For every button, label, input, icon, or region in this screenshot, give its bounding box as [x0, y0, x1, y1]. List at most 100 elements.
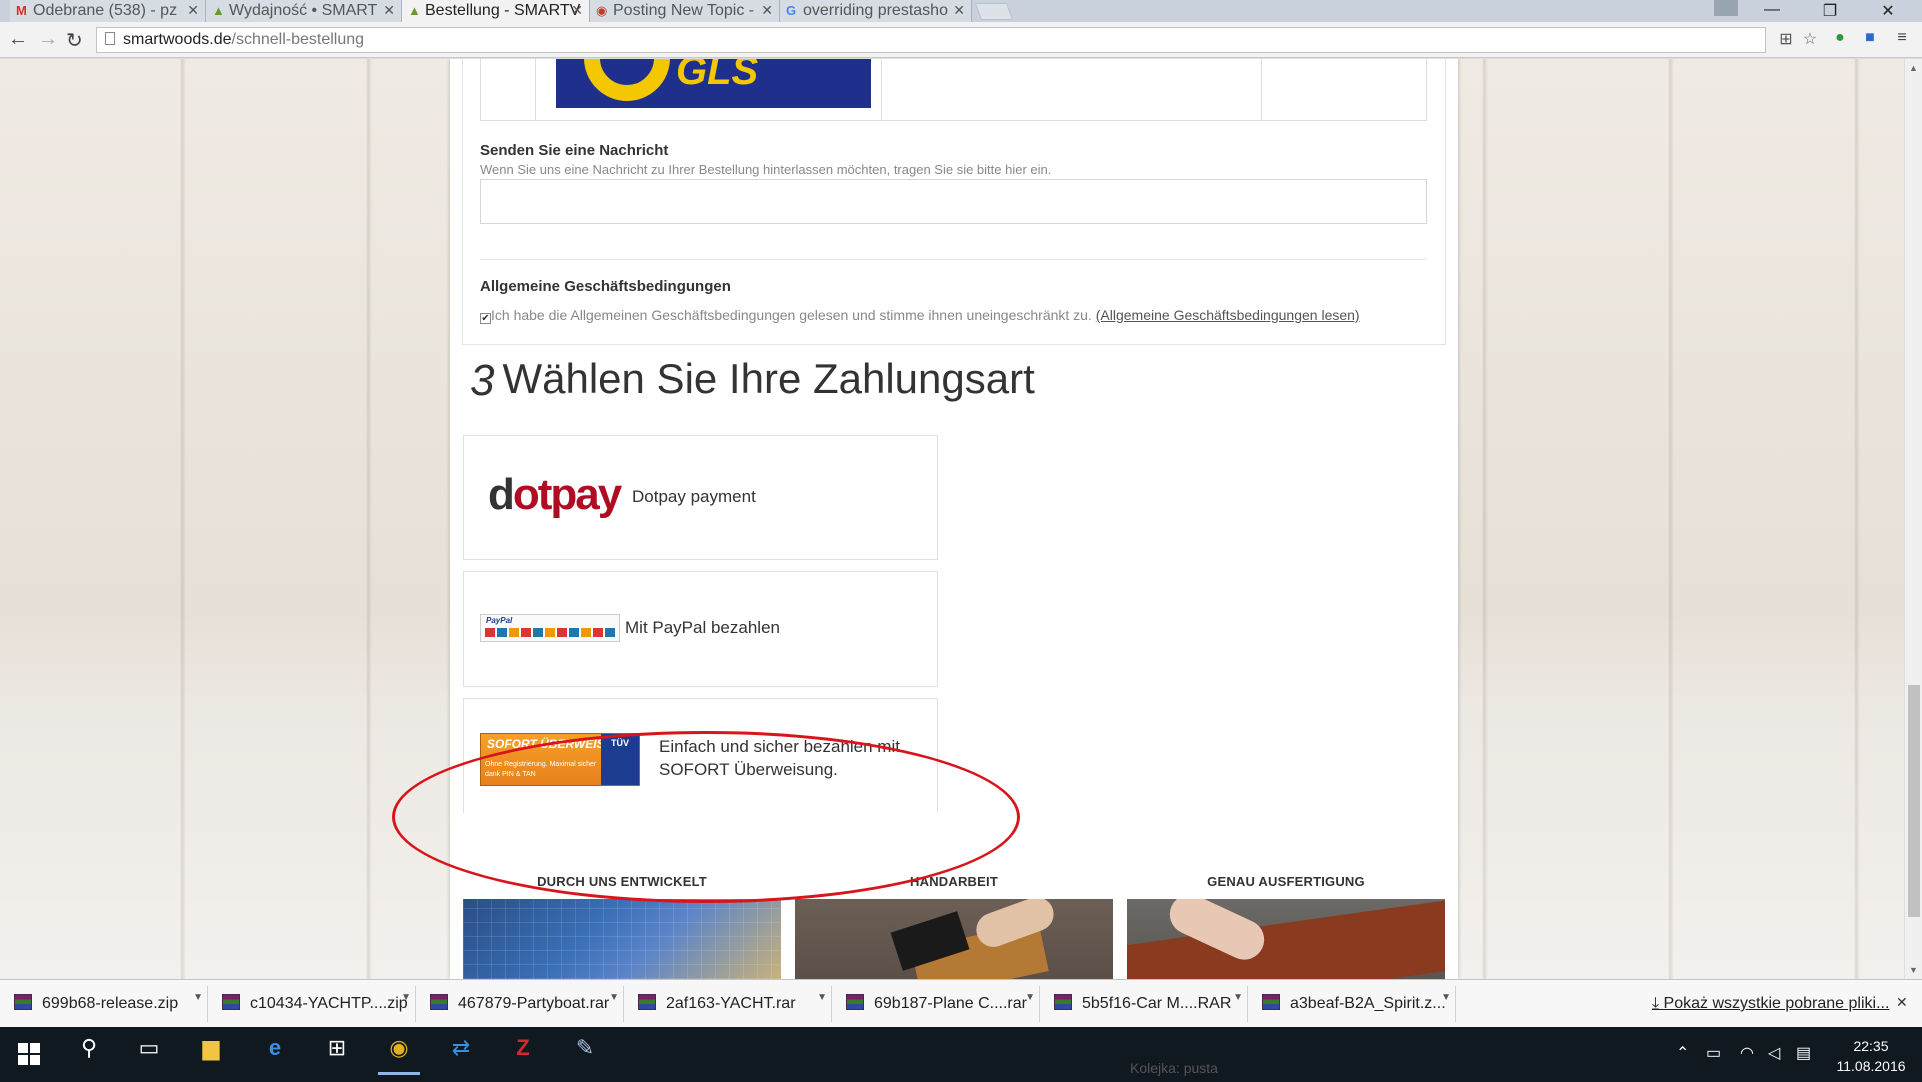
chrome-browser-icon[interactable]: ◉: [378, 1035, 420, 1075]
rar-archive-icon: [430, 994, 448, 1010]
tab-bestellung[interactable]: ▲ Bestellung - SMARTV ✕: [402, 0, 590, 22]
download-item[interactable]: 5b5f16-Car M....RAR ▼: [1044, 986, 1248, 1022]
extension-blue-icon[interactable]: ■: [1860, 29, 1880, 49]
address-bar[interactable]: smartwoods.de/schnell-bestellung: [96, 27, 1766, 53]
teamviewer-icon[interactable]: ⇄: [440, 1035, 482, 1075]
rar-archive-icon: [846, 994, 864, 1010]
tab-wydajnosc[interactable]: ▲ Wydajność • SMART ✕: [206, 0, 402, 22]
page-icon: [105, 32, 115, 45]
tab-close-icon[interactable]: ✕: [187, 2, 199, 19]
tab-google-search[interactable]: Goverriding prestasho ✕: [780, 0, 972, 22]
tab-label: Odebrane (538) - pz: [33, 2, 178, 19]
download-item[interactable]: 699b68-release.zip ▼: [4, 986, 208, 1022]
rar-archive-icon: [638, 994, 656, 1010]
clock-time: 22:35: [1853, 1038, 1889, 1054]
restore-button[interactable]: ❐: [1806, 0, 1854, 22]
url-domain: smartwoods.de: [123, 31, 232, 48]
tab-label: Bestellung - SMARTV: [425, 2, 581, 19]
feature-image-precise: [1127, 899, 1445, 979]
downloads-close-icon[interactable]: ✕: [1896, 994, 1908, 1011]
payment-label-paypal: Mit PayPal bezahlen: [625, 618, 780, 637]
volume-muted-icon[interactable]: ◁: [1768, 1043, 1780, 1063]
scroll-down-arrow-icon[interactable]: ▼: [1909, 965, 1918, 975]
notifications-icon[interactable]: ▤: [1796, 1043, 1811, 1063]
carrier-logo-cell: GLS: [536, 59, 882, 120]
chevron-down-icon[interactable]: ▼: [401, 992, 411, 1003]
scroll-up-arrow-icon[interactable]: ▲: [1909, 63, 1918, 73]
order-message-textarea[interactable]: [480, 179, 1427, 224]
tab-label: Posting New Topic -: [613, 2, 755, 19]
feature-image-developed: [463, 899, 781, 979]
store-icon[interactable]: ⊞: [316, 1035, 358, 1075]
windows-start-icon[interactable]: [18, 1043, 40, 1065]
edge-browser-icon[interactable]: e: [254, 1035, 296, 1075]
rar-archive-icon: [222, 994, 240, 1010]
extension-green-icon[interactable]: ●: [1830, 29, 1850, 49]
page-viewport: GLS Senden Sie eine Nachricht Wenn Sie u…: [0, 59, 1904, 979]
reload-icon[interactable]: ↻: [66, 28, 83, 53]
chevron-down-icon[interactable]: ▼: [1441, 992, 1451, 1003]
show-all-downloads-link[interactable]: ⤓ Pokaż wszystkie pobrane pliki...: [1652, 995, 1889, 1013]
download-item[interactable]: 69b187-Plane C....rar ▼: [836, 986, 1040, 1022]
rar-archive-icon: [1054, 994, 1072, 1010]
carrier-info-cell: [882, 59, 1262, 120]
forum-icon: ◉: [596, 3, 608, 18]
user-profile-icon[interactable]: [1714, 0, 1738, 16]
chevron-down-icon[interactable]: ▼: [817, 992, 827, 1003]
payment-step-heading: 3 Wählen Sie Ihre Zahlungsart: [470, 355, 1035, 406]
new-tab-button[interactable]: [974, 3, 1014, 20]
taskbar-clock[interactable]: 22:35 11.08.2016: [1828, 1036, 1914, 1076]
shipping-carrier-row: GLS: [480, 59, 1427, 121]
translate-icon[interactable]: ⊞: [1776, 29, 1796, 49]
page-scrollbar[interactable]: ▲ ▼: [1904, 59, 1922, 979]
section-divider: [480, 259, 1427, 260]
tab-gmail[interactable]: M Odebrane (538) - pz ✕: [10, 0, 206, 22]
task-view-icon[interactable]: ▭: [128, 1035, 170, 1075]
tab-label: overriding prestasho: [803, 2, 948, 19]
download-item[interactable]: 467879-Partyboat.rar ▼: [420, 986, 624, 1022]
rar-archive-icon: [1262, 994, 1280, 1010]
browser-tab-strip: M Odebrane (538) - pz ✕ ▲ Wydajność • SMAR…: [0, 0, 1922, 22]
scrollbar-thumb[interactable]: [1908, 685, 1920, 917]
menu-icon[interactable]: ≡: [1892, 29, 1912, 49]
tab-close-icon[interactable]: ✕: [383, 2, 395, 19]
tab-close-icon[interactable]: ✕: [571, 2, 583, 19]
chevron-down-icon[interactable]: ▼: [1233, 992, 1243, 1003]
close-window-button[interactable]: ✕: [1864, 0, 1912, 22]
chevron-down-icon[interactable]: ▼: [193, 992, 203, 1003]
download-arrow-icon: ⤓: [1652, 995, 1664, 1012]
terms-checkbox[interactable]: ✔: [480, 313, 491, 324]
download-item[interactable]: a3beaf-B2A_Spirit.z... ▼: [1252, 986, 1456, 1022]
terms-read-link[interactable]: (Allgemeine Geschäftsbedingungen lesen): [1096, 307, 1360, 323]
payment-option-paypal[interactable]: PayPal Mit PayPal bezahlen: [463, 571, 938, 687]
file-explorer-icon[interactable]: ▆: [190, 1035, 232, 1075]
tab-label: Wydajność • SMART: [229, 2, 378, 19]
windows-taskbar: ⚲ ▭ ▆ e ⊞ ◉ ⇄ Z ✎ Kolejka: pusta ⌃ ▭ ◠ ◁…: [0, 1027, 1922, 1082]
browser-toolbar: ← → ↻ smartwoods.de/schnell-bestellung ⊞…: [0, 22, 1922, 58]
download-item[interactable]: c10434-YACHTP....zip ▼: [212, 986, 416, 1022]
gmail-icon: M: [16, 3, 27, 18]
tab-close-icon[interactable]: ✕: [953, 2, 965, 19]
terms-checkbox-label: Ich habe die Allgemeinen Geschäftsbeding…: [491, 307, 1092, 323]
payment-option-dotpay[interactable]: dotpay Dotpay payment: [463, 435, 938, 560]
chevron-down-icon[interactable]: ▼: [609, 992, 619, 1003]
back-arrow-icon[interactable]: ←: [8, 28, 28, 51]
tab-close-icon[interactable]: ✕: [761, 2, 773, 19]
show-hidden-icons[interactable]: ⌃: [1676, 1043, 1689, 1063]
bookmark-star-icon[interactable]: ☆: [1800, 29, 1820, 49]
gls-logo: GLS: [556, 59, 871, 108]
paypal-logo: PayPal: [480, 614, 620, 642]
wifi-icon[interactable]: ◠: [1740, 1043, 1754, 1063]
chevron-down-icon[interactable]: ▼: [1025, 992, 1035, 1003]
rar-archive-icon: [14, 994, 32, 1010]
forward-arrow-icon[interactable]: →: [38, 28, 58, 51]
search-icon[interactable]: ⚲: [68, 1035, 110, 1075]
download-item[interactable]: 2af163-YACHT.rar ▼: [628, 986, 832, 1022]
filezilla-icon[interactable]: Z: [502, 1035, 544, 1075]
smartwoods-icon: ▲: [408, 3, 421, 18]
paint-icon[interactable]: ✎: [564, 1035, 606, 1075]
minimize-button[interactable]: —: [1748, 0, 1796, 22]
battery-icon[interactable]: ▭: [1706, 1043, 1721, 1063]
carrier-radio-cell[interactable]: [481, 59, 536, 120]
tab-posting-new-topic[interactable]: ◉ Posting New Topic - ✕: [590, 0, 780, 22]
